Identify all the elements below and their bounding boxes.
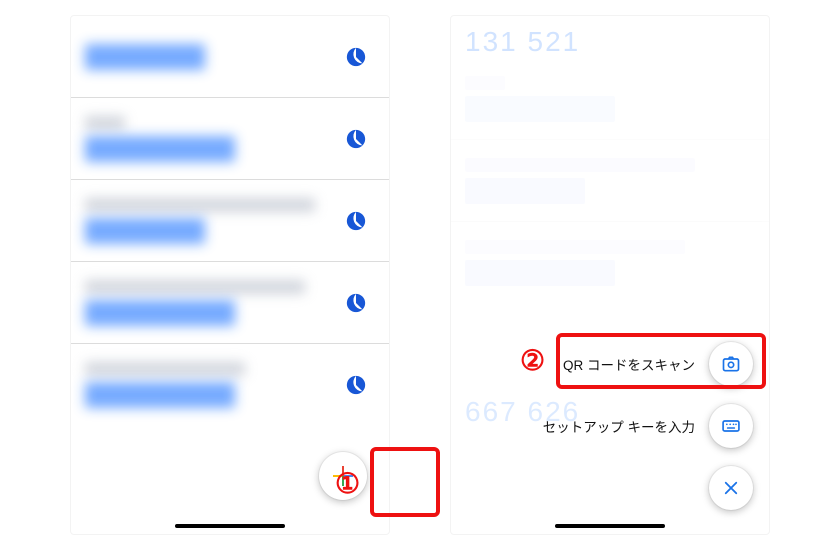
timer-icon (345, 374, 367, 396)
account-row (451, 222, 769, 304)
speed-dial: QR コードをスキャン セットアップ キーを入力 (543, 342, 753, 510)
action-label: セットアップ キーを入力 (543, 416, 695, 436)
keyboard-icon (709, 404, 753, 448)
action-scan-qr[interactable]: QR コードをスキャン (563, 342, 753, 386)
account-row[interactable] (71, 180, 389, 262)
plus-icon (333, 466, 353, 486)
home-indicator (175, 524, 285, 528)
authenticator-list-screen (70, 15, 390, 535)
close-icon (709, 466, 753, 510)
account-row (451, 140, 769, 222)
camera-icon (709, 342, 753, 386)
account-row[interactable] (71, 98, 389, 180)
timer-icon (345, 46, 367, 68)
account-row (451, 58, 769, 140)
timer-icon (345, 292, 367, 314)
action-close[interactable] (709, 466, 753, 510)
add-account-menu-screen: 131 521 667 626 QR コードをスキャン (450, 15, 770, 535)
account-row[interactable] (71, 344, 389, 426)
otp-code: 131 521 (451, 16, 769, 58)
add-account-fab[interactable] (319, 452, 367, 500)
timer-icon (345, 210, 367, 232)
timer-icon (345, 128, 367, 150)
home-indicator (555, 524, 665, 528)
account-row[interactable] (71, 262, 389, 344)
action-enter-key[interactable]: セットアップ キーを入力 (543, 404, 753, 448)
account-row[interactable] (71, 16, 389, 98)
action-label: QR コードをスキャン (563, 354, 695, 374)
